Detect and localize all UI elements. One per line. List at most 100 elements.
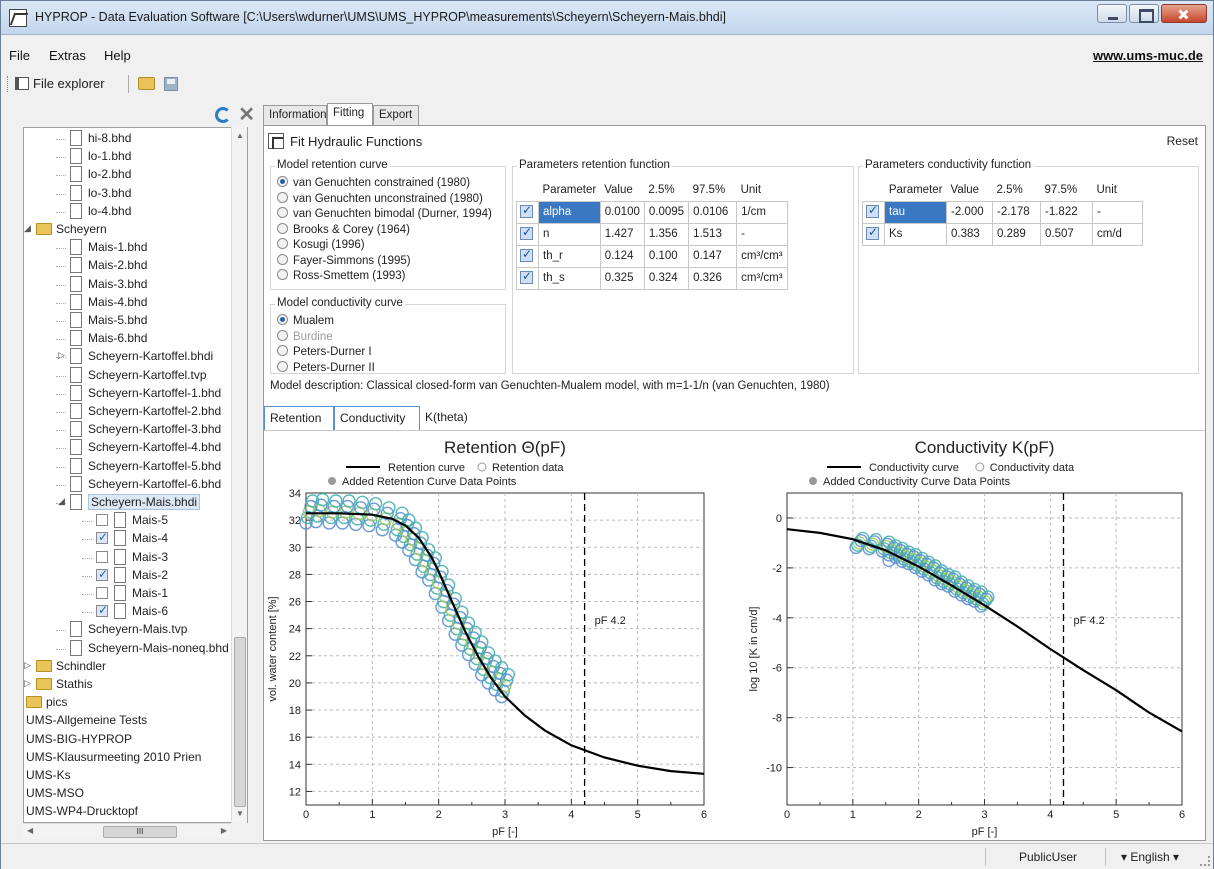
close-tree-icon[interactable]: ✕ xyxy=(238,105,255,125)
checkbox-checked-icon[interactable] xyxy=(866,225,879,240)
param-checkbox-cell[interactable] xyxy=(862,200,885,224)
scroll-down-arrow-icon[interactable]: ▼ xyxy=(236,809,244,818)
tree-folder[interactable]: ◢ Scheyern xyxy=(24,221,247,239)
tree-item[interactable]: Mais-2.bhd xyxy=(24,257,247,275)
close-button[interactable] xyxy=(1161,4,1207,23)
tree-item[interactable]: lo-1.bhd xyxy=(24,148,247,166)
tab-fitting[interactable]: Fitting xyxy=(327,103,373,125)
tab-export[interactable]: Export xyxy=(373,105,419,125)
tree-item[interactable]: UMS-WP4-Drucktopf xyxy=(24,803,247,821)
param-value[interactable]: 0.124 xyxy=(599,244,645,268)
expanded-arrow-icon[interactable]: ◢ xyxy=(58,496,65,507)
retention-model-option[interactable]: van Genuchten bimodal (Durner, 1994) xyxy=(277,207,492,220)
param-value[interactable]: 1.427 xyxy=(599,222,645,246)
param-value[interactable]: 0.0100 xyxy=(599,200,645,224)
scroll-thumb[interactable] xyxy=(234,637,246,807)
toolbar-grip[interactable] xyxy=(7,76,9,92)
tree-folder[interactable]: ▷ Schindler xyxy=(24,658,247,676)
refresh-icon[interactable] xyxy=(215,107,231,123)
tree-item[interactable]: hi-8.bhd xyxy=(24,130,247,148)
website-link[interactable]: www.ums-muc.de xyxy=(1093,48,1203,63)
radio-icon[interactable] xyxy=(277,238,288,249)
param-value[interactable]: 0.325 xyxy=(599,266,645,290)
tree-item[interactable]: ◢ Scheyern-Mais.bhdi xyxy=(24,494,247,512)
retention-model-option[interactable]: van Genuchten unconstrained (1980) xyxy=(277,191,483,205)
tree-item[interactable]: lo-4.bhd xyxy=(24,202,247,221)
scroll-right-arrow-icon[interactable]: ▶ xyxy=(221,826,227,835)
param-row[interactable]: th_s0.3250.3240.326cm³/cm³ xyxy=(516,266,788,290)
tree-checkbox[interactable] xyxy=(96,587,108,599)
tree-horizontal-scrollbar[interactable]: ◀ III ▶ xyxy=(23,823,231,839)
retention-model-option[interactable]: Brooks & Corey (1964) xyxy=(277,222,410,236)
radio-icon[interactable] xyxy=(277,360,288,372)
param-row[interactable]: Ks0.3830.2890.507cm/d xyxy=(862,222,1143,246)
checkbox-checked-icon[interactable] xyxy=(520,247,533,262)
file-tree[interactable]: hi-8.bhd lo-1.bhd lo-2.bhd lo-3.bhd lo-4.bhd… xyxy=(23,127,248,823)
language-selector[interactable]: ▾ English ▾ xyxy=(1121,850,1179,864)
radio-icon[interactable] xyxy=(277,253,288,265)
tree-item[interactable]: Scheyern-Kartoffel-1.bhd xyxy=(24,384,247,403)
minimize-button[interactable] xyxy=(1097,4,1127,23)
checkbox-checked-icon[interactable] xyxy=(520,269,533,284)
subtab-retention[interactable]: Retention xyxy=(264,406,334,430)
tree-item[interactable]: Scheyern-Kartoffel-5.bhd xyxy=(24,457,247,476)
subtab-conductivity[interactable]: Conductivity xyxy=(334,406,420,430)
radio-icon[interactable] xyxy=(277,222,288,234)
tree-check-item[interactable]: Mais-1 xyxy=(24,585,247,603)
param-value[interactable]: 0.383 xyxy=(946,222,993,246)
tree-item[interactable]: Scheyern-Mais.tvp xyxy=(24,621,247,639)
tree-item[interactable]: Scheyern-Kartoffel-3.bhd xyxy=(24,421,247,439)
tree-item[interactable]: UMS-Klausurmeeting 2010 Prien xyxy=(24,749,247,767)
tree-check-item[interactable]: Mais-5 xyxy=(24,512,247,530)
collapsed-arrow-icon[interactable]: ▷ xyxy=(24,678,31,689)
radio-icon[interactable] xyxy=(277,176,288,187)
retention-model-option[interactable]: Kosugi (1996) xyxy=(277,238,365,251)
tree-item[interactable]: lo-2.bhd xyxy=(24,166,247,184)
tree-item[interactable]: Scheyern-Kartoffel-2.bhd xyxy=(24,403,247,421)
subtab-ktheta[interactable]: K(theta) xyxy=(420,406,486,430)
reset-button[interactable]: Reset xyxy=(1167,134,1198,148)
radio-icon[interactable] xyxy=(277,329,288,341)
menu-help[interactable]: Help xyxy=(104,48,131,63)
tree-check-item[interactable]: Mais-3 xyxy=(24,548,247,567)
tree-checkbox[interactable] xyxy=(96,603,108,618)
param-checkbox-cell[interactable] xyxy=(516,266,539,290)
tree-vertical-scrollbar[interactable]: ▲ ▼ xyxy=(231,127,247,823)
save-icon[interactable] xyxy=(164,77,178,91)
tree-folder[interactable]: ▷ Stathis xyxy=(24,676,247,694)
tree-item[interactable]: Mais-6.bhd xyxy=(24,330,247,348)
param-row[interactable]: th_r0.1240.1000.147cm³/cm³ xyxy=(516,244,788,268)
radio-icon[interactable] xyxy=(277,191,288,203)
radio-icon[interactable] xyxy=(277,345,288,356)
open-folder-icon[interactable] xyxy=(138,77,155,90)
file-explorer-button[interactable]: File explorer xyxy=(33,76,105,91)
tree-checkbox[interactable] xyxy=(96,567,108,581)
retention-model-option[interactable]: Fayer-Simmons (1995) xyxy=(277,253,411,267)
tree-item[interactable]: Scheyern-Mais-noneq.bhd xyxy=(24,639,247,658)
tree-checkbox[interactable] xyxy=(96,530,108,545)
radio-icon[interactable] xyxy=(277,207,288,218)
expanded-arrow-icon[interactable]: ◢ xyxy=(24,223,31,234)
scroll-left-arrow-icon[interactable]: ◀ xyxy=(27,826,33,835)
retention-model-option[interactable]: van Genuchten constrained (1980) xyxy=(277,176,470,189)
tree-item[interactable]: UMS-Allgemeine Tests xyxy=(24,712,247,730)
param-checkbox-cell[interactable] xyxy=(862,222,885,246)
param-checkbox-cell[interactable] xyxy=(516,244,539,268)
param-row[interactable]: n1.4271.3561.513- xyxy=(516,222,788,246)
tree-item[interactable]: Scheyern-Kartoffel.tvp xyxy=(24,366,247,385)
hscroll-thumb[interactable]: III xyxy=(103,826,177,838)
tree-item[interactable]: Mais-4.bhd xyxy=(24,293,247,312)
tree-item[interactable]: Mais-3.bhd xyxy=(24,275,247,294)
tree-folder[interactable]: ▷pics xyxy=(24,694,247,712)
conductivity-model-option[interactable]: Mualem xyxy=(277,314,334,327)
tree-item[interactable]: Scheyern-Kartoffel-4.bhd xyxy=(24,439,247,457)
checkbox-checked-icon[interactable] xyxy=(520,203,533,218)
tree-checkbox[interactable] xyxy=(96,550,108,563)
menu-extras[interactable]: Extras xyxy=(49,48,86,63)
tree-item[interactable]: ▷ Scheyern-Kartoffel.bhdi xyxy=(24,348,247,366)
conductivity-model-option[interactable]: Peters-Durner I xyxy=(277,345,372,358)
param-checkbox-cell[interactable] xyxy=(516,200,539,224)
param-row[interactable]: tau-2.000-2.178-1.822- xyxy=(862,200,1143,224)
tree-item[interactable]: Scheyern-Kartoffel-6.bhd xyxy=(24,475,247,494)
param-row[interactable]: alpha0.01000.00950.01061/cm xyxy=(516,200,788,224)
